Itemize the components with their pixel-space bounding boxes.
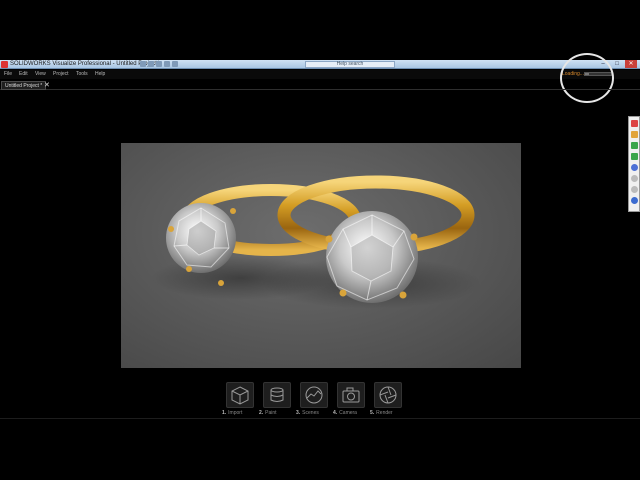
quick-access-undo-icon[interactable]: [164, 61, 170, 67]
step-paint-label: 2. Paint: [259, 410, 277, 416]
menu-file[interactable]: File: [4, 70, 12, 79]
cursor-highlight-ring: [560, 53, 614, 103]
step-paint-button[interactable]: [263, 382, 291, 408]
step-camera-button[interactable]: [337, 382, 365, 408]
help-search-input[interactable]: Help search: [305, 61, 395, 68]
menu-project[interactable]: Project: [53, 70, 69, 79]
app-logo-icon: [1, 61, 8, 68]
menu-edit[interactable]: Edit: [19, 70, 28, 79]
tab-untitled-project[interactable]: Untitled Project *: [1, 81, 47, 90]
right-diamond: [325, 211, 418, 303]
close-button[interactable]: ✕: [625, 60, 637, 68]
menu-tools[interactable]: Tools: [76, 70, 88, 79]
menu-view[interactable]: View: [35, 70, 46, 79]
quick-access-new-icon[interactable]: [140, 61, 146, 67]
paint-can-icon: [270, 387, 284, 402]
tab-close-icon[interactable]: ✕: [44, 81, 50, 90]
camera-icon: [342, 387, 360, 403]
window-title: SOLIDWORKS Visualize Professional - Unti…: [10, 61, 160, 67]
toolbar-record-icon[interactable]: [631, 120, 638, 127]
step-scenes-button[interactable]: [300, 382, 328, 408]
title-bar: SOLIDWORKS Visualize Professional - Unti…: [0, 60, 640, 69]
toolbar-pan-icon[interactable]: [631, 175, 638, 182]
scene-icon: [305, 386, 323, 404]
toolbar-help-icon[interactable]: [631, 197, 638, 204]
quick-access-open-icon[interactable]: [148, 61, 154, 67]
step-render-button[interactable]: [374, 382, 402, 408]
right-toolbar: [628, 116, 640, 212]
maximize-button[interactable]: □: [611, 60, 623, 68]
toolbar-zoom-icon[interactable]: [631, 186, 638, 193]
menu-help[interactable]: Help: [95, 70, 105, 79]
step-camera-label: 4. Camera: [333, 410, 357, 416]
render-viewport[interactable]: [121, 143, 521, 368]
bottom-divider: [0, 418, 640, 419]
toolbar-image-icon[interactable]: [631, 131, 638, 138]
cube-icon: [231, 386, 249, 405]
toolbar-select-icon[interactable]: [631, 164, 638, 171]
workflow-steps: 1. Import 2. Paint 3. Scenes 4. Camera 5…: [222, 382, 412, 422]
menu-bar: File Edit View Project Tools Help Loadin…: [0, 70, 640, 79]
step-import-button[interactable]: [226, 382, 254, 408]
toolbar-export-icon[interactable]: [631, 153, 638, 160]
step-scenes-label: 3. Scenes: [296, 410, 319, 416]
rings-render: [151, 175, 481, 309]
step-render-label: 5. Render: [370, 410, 393, 416]
toolbar-play-icon[interactable]: [631, 142, 638, 149]
step-import-label: 1. Import: [222, 410, 243, 416]
quick-access-save-icon[interactable]: [156, 61, 162, 67]
aperture-icon: [379, 386, 397, 404]
document-tab-bar: Untitled Project * ✕: [0, 81, 640, 90]
quick-access-redo-icon[interactable]: [172, 61, 178, 67]
